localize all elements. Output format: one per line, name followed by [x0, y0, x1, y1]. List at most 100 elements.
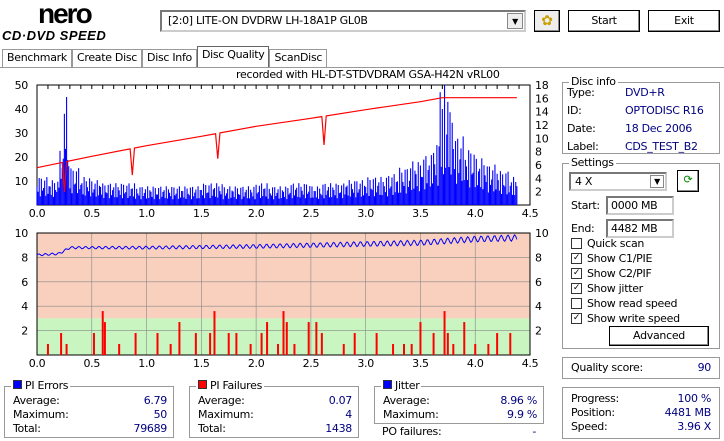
start-input[interactable]: 0000 MB	[606, 196, 674, 215]
chart2-x-tick-label: 0.5	[83, 357, 100, 370]
drive-settings-button[interactable]: ✿	[534, 10, 560, 32]
position-label: Position:	[571, 406, 615, 419]
pi-failures-total: 1438	[325, 422, 352, 435]
chart2-y2-tick-label: 10	[535, 227, 549, 240]
chart1-y2-tick-label: 16	[535, 92, 549, 105]
chart1-x-tick-label: 2.0	[248, 207, 265, 220]
quality-score-value: 90	[697, 361, 712, 374]
disc-date: 18 Dec 2006	[625, 122, 692, 135]
type-label: Type:	[567, 86, 595, 99]
chart2-y-tick-label: 2	[21, 325, 28, 338]
checkbox-show-write-speed[interactable]: ✓ Show write speed	[571, 311, 680, 326]
chevron-down-icon[interactable]: ▼	[650, 175, 664, 188]
chart1-y2-tick-label: 10	[535, 132, 549, 145]
start-button[interactable]: Start	[568, 10, 640, 32]
pi-errors-maximum: 50	[153, 408, 168, 421]
chart1-x-tick-label: 3.5	[412, 207, 429, 220]
tab-disc-quality[interactable]: Disc Quality	[196, 46, 270, 67]
chart2-x-tick-label: 2.5	[303, 357, 320, 370]
tab-create-disc[interactable]: Create Disc	[71, 49, 143, 67]
chart2-y-tick-label: 10	[15, 227, 29, 240]
exit-button[interactable]: Exit	[648, 10, 720, 32]
chart1-x-tick-label: 2.5	[303, 207, 320, 220]
chart1-x-tick-label: 0.0	[29, 207, 46, 220]
chart1-x-tick-label: 1.5	[193, 207, 210, 220]
checkbox-label: Show read speed	[587, 297, 678, 310]
avg-label: Average:	[383, 394, 430, 407]
jitter-title: Jitter	[395, 379, 420, 392]
pi-failures-legend-icon	[198, 380, 207, 389]
disc-id: OPTODISC R16	[625, 104, 704, 117]
chart1-x-tick-label: 1.0	[138, 207, 155, 220]
chart2-y2-tick-label: 8	[535, 251, 542, 264]
refresh-button[interactable]: ⟳	[677, 170, 699, 192]
chart1-y-tick-label: 30	[15, 127, 29, 140]
charts: 5040302010181614121086420.0 0.5 1.0 1.5 2.0 2…	[15, 79, 549, 370]
progress-group: Progress: 100 % Position: 4481 MB Speed: 3.…	[562, 387, 720, 439]
checkbox-show-read-speed[interactable]: Show read speed	[571, 296, 680, 311]
tab-scandisc[interactable]: ScanDisc	[269, 49, 328, 67]
chart2-y2-tick-label: 4	[535, 300, 542, 313]
chart1-x-tick-label: 0.5	[83, 207, 100, 220]
disc-type: DVD+R	[625, 86, 665, 99]
drive-value: [2:0] LITE-ON DVDRW LH-18A1P GL0B	[168, 14, 368, 27]
position-value: 4481 MB	[664, 406, 712, 419]
checkbox-box[interactable]: ✓	[571, 313, 582, 324]
max-label: Maximum:	[13, 408, 69, 421]
tab-benchmark[interactable]: Benchmark	[2, 49, 72, 67]
checkbox-quick-scan[interactable]: Quick scan	[571, 236, 680, 251]
checkbox-label: Show C1/PIE	[587, 252, 653, 265]
quality-score-group: Quality score: 90	[562, 357, 720, 379]
cd-dvd-speed-logo: CD·DVD SPEED	[2, 28, 107, 43]
speed-select[interactable]: 4 X ▼	[569, 172, 667, 191]
checkbox-label: Show write speed	[587, 312, 680, 325]
pi-errors-legend-icon	[13, 380, 22, 389]
checkbox-box[interactable]: ✓	[571, 283, 582, 294]
chart1-y-tick-label: 40	[15, 103, 29, 116]
chart1-y2-tick-label: 6	[535, 159, 542, 172]
checkbox-box[interactable]	[571, 238, 582, 249]
progress-label: Progress:	[571, 392, 619, 405]
chevron-down-icon[interactable]: ▼	[507, 13, 523, 29]
checkbox-box[interactable]	[571, 298, 582, 309]
date-label: Date:	[567, 122, 596, 135]
chart2-x-tick-label: 1.0	[138, 357, 155, 370]
pi-failures-average: 0.07	[328, 394, 353, 407]
po-failures-row: PO failures: -	[382, 425, 536, 439]
chart2-y2-tick-label: 6	[535, 276, 542, 289]
chart2-x-tick-label: 1.5	[193, 357, 210, 370]
disc-info-title: Disc info	[569, 75, 618, 88]
checkbox-show-jitter[interactable]: ✓ Show jitter	[571, 281, 680, 296]
po-failures-value: -	[532, 425, 536, 438]
advanced-button[interactable]: Advanced	[609, 326, 709, 346]
avg-label: Average:	[198, 394, 245, 407]
total-label: Total:	[198, 422, 226, 435]
gear-icon: ✿	[541, 13, 553, 29]
tab-disc-info[interactable]: Disc Info	[142, 49, 197, 67]
nero-logo: nero	[38, 0, 93, 29]
checkbox-show-c1-pie[interactable]: ✓ Show C1/PIE	[571, 251, 680, 266]
drive-select[interactable]: [2:0] LITE-ON DVDRW LH-18A1P GL0B ▼	[160, 10, 526, 32]
chart2-x-tick-label: 0.0	[29, 357, 46, 370]
speed-value: 3.96 X	[677, 420, 711, 433]
disc-info-group: Disc info Type: DVD+R ID: OPTODISC R16 Dat…	[562, 75, 720, 154]
end-label: End:	[571, 222, 595, 235]
quality-score-label: Quality score:	[571, 361, 643, 374]
pi-errors-total: 79689	[133, 422, 168, 435]
chart1-y2-tick-label: 4	[535, 172, 542, 185]
settings-group: Settings 4 X ▼ ⟳ Start: 0000 MB End: 4482…	[562, 156, 720, 349]
jitter-maximum: 9.9 %	[507, 408, 537, 421]
pi-failures-title: PI Failures	[210, 379, 262, 392]
checkbox-box[interactable]: ✓	[571, 268, 582, 279]
checkbox-box[interactable]: ✓	[571, 253, 582, 264]
max-label: Maximum:	[383, 408, 439, 421]
pi-failures-maximum: 4	[345, 408, 352, 421]
chart1-x-tick-label: 4.5	[522, 207, 539, 220]
max-label: Maximum:	[198, 408, 254, 421]
pi-errors-group: PI Errors Average: 6.79 Maximum: 50 Total:…	[4, 379, 174, 438]
checkbox-label: Quick scan	[587, 237, 645, 250]
total-label: Total:	[13, 422, 41, 435]
tab-bar: Benchmark Create Disc Disc Info Disc Qualit…	[2, 46, 328, 67]
checkbox-show-c2-pif[interactable]: ✓ Show C2/PIF	[571, 266, 680, 281]
checkbox-label: Show C2/PIF	[587, 267, 652, 280]
